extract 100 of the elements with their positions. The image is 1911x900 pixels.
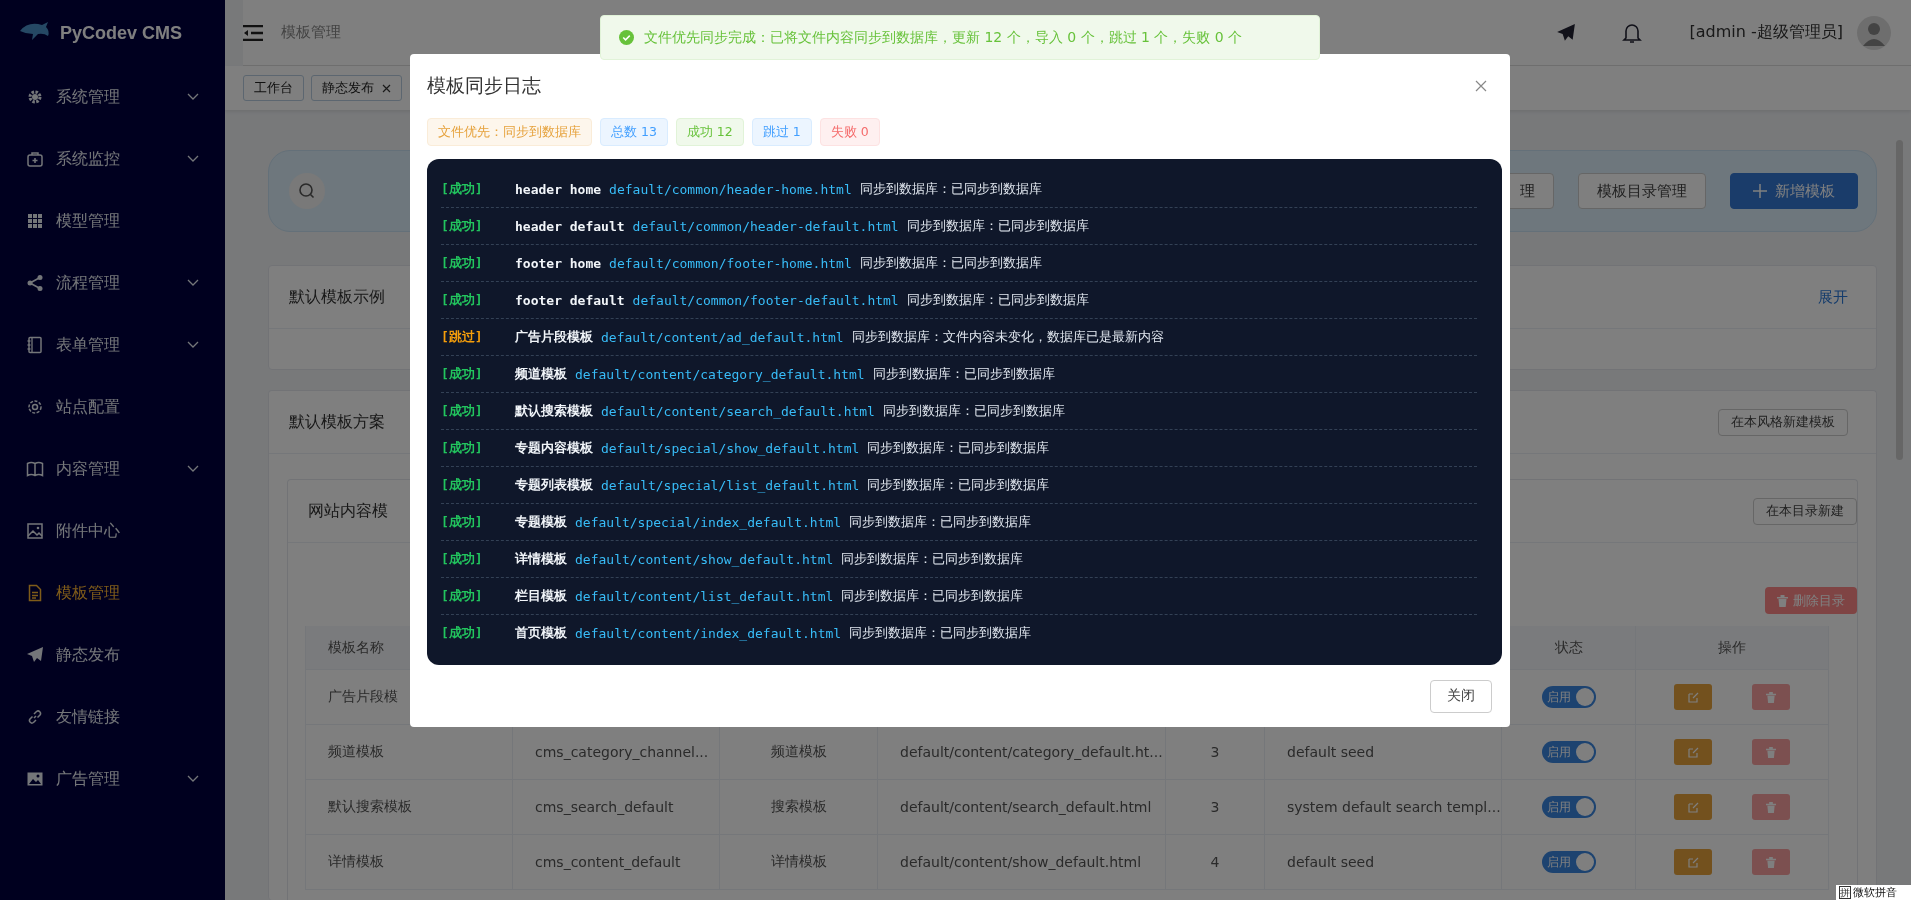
- share-icon: [26, 274, 44, 292]
- sidebar-item[interactable]: 模型管理: [0, 190, 225, 252]
- sidebar-item[interactable]: 广告管理: [0, 748, 225, 810]
- trash-icon: [1777, 594, 1788, 607]
- menu-fold-icon[interactable]: [243, 24, 263, 41]
- sidebar-item[interactable]: 系统管理: [0, 66, 225, 128]
- log-path: default/common/footer-default.html: [632, 292, 899, 308]
- log-message: 同步到数据库：已同步到数据库: [906, 291, 1089, 309]
- edit-button[interactable]: [1674, 794, 1712, 820]
- card-title: 默认模板示例: [289, 286, 385, 308]
- new-template-button[interactable]: 在本风格新建模板: [1718, 408, 1848, 436]
- gear-icon: [26, 88, 44, 106]
- sidebar-item[interactable]: 流程管理: [0, 252, 225, 314]
- group-title: 网站内容模: [308, 500, 388, 522]
- log-status: [成功]: [441, 217, 484, 235]
- sidebar-item[interactable]: 系统监控: [0, 128, 225, 190]
- sidebar-item[interactable]: 内容管理: [0, 438, 225, 500]
- log-message: 同步到数据库：已同步到数据库: [849, 624, 1032, 642]
- logo-text: PyCodev CMS: [60, 22, 183, 44]
- notebook-icon: [26, 336, 44, 354]
- toolbar-button[interactable]: 模板目录管理: [1578, 173, 1706, 209]
- breadcrumb: 模板管理: [281, 23, 341, 43]
- table-cell: 搜索模板: [770, 798, 827, 816]
- log-message: 同步到数据库：已同步到数据库: [849, 513, 1032, 531]
- toolbar-button[interactable]: 新增模板: [1730, 173, 1858, 209]
- edit-button[interactable]: [1674, 684, 1712, 710]
- ime-label: 微软拼音: [1853, 886, 1897, 899]
- status-toggle[interactable]: 启用: [1541, 796, 1596, 818]
- sidebar-item[interactable]: 友情链接: [0, 686, 225, 748]
- sidebar-item[interactable]: 附件中心: [0, 500, 225, 562]
- status-toggle[interactable]: 启用: [1541, 686, 1596, 708]
- log-status: [成功]: [441, 180, 484, 198]
- log-template-name: 专题模板: [515, 513, 567, 531]
- status-toggle[interactable]: 启用: [1541, 851, 1596, 873]
- table-cell: default/content/search_default.html: [900, 799, 1152, 815]
- log-status: [成功]: [441, 365, 484, 383]
- table-cell: 详情模板: [770, 853, 827, 871]
- log-template-name: 首页模板: [515, 624, 567, 642]
- image-icon: [26, 522, 44, 540]
- user-avatar[interactable]: [1857, 15, 1891, 50]
- delete-button[interactable]: [1752, 794, 1790, 820]
- log-status: [成功]: [441, 476, 484, 494]
- sidebar-item[interactable]: 模板管理: [0, 562, 225, 624]
- log-path: default/content/show_default.html: [575, 551, 834, 567]
- log-path: default/special/show_default.html: [601, 440, 860, 456]
- notification-bell-icon[interactable]: [1621, 21, 1642, 44]
- status-toggle[interactable]: 启用: [1541, 741, 1596, 763]
- page-tab[interactable]: 工作台: [243, 75, 304, 102]
- trash-icon: [1766, 746, 1776, 758]
- log-message: 同步到数据库：已同步到数据库: [872, 365, 1055, 383]
- table-cell: default seed: [1287, 854, 1375, 870]
- log-template-name: 专题内容模板: [515, 439, 593, 457]
- chevron-down-icon: [187, 775, 199, 783]
- expand-link[interactable]: 展开: [1818, 287, 1848, 307]
- log-message: 同步到数据库：已同步到数据库: [882, 402, 1065, 420]
- log-status: [成功]: [441, 254, 484, 272]
- delete-button[interactable]: [1752, 849, 1790, 875]
- log-template-name: 频道模板: [515, 365, 567, 383]
- trash-icon: [1766, 856, 1776, 868]
- log-path: default/content/category_default.html: [575, 366, 865, 382]
- log-message: 同步到数据库：已同步到数据库: [841, 550, 1024, 568]
- delete-button[interactable]: [1752, 684, 1790, 710]
- close-icon[interactable]: [1475, 80, 1487, 92]
- delete-button[interactable]: [1752, 739, 1790, 765]
- summary-tag: 总数 13: [600, 118, 668, 146]
- chevron-down-icon: [187, 341, 199, 349]
- log-message: 同步到数据库：已同步到数据库: [859, 180, 1042, 198]
- dialog-title: 模板同步日志: [427, 73, 541, 98]
- sidebar-item[interactable]: 静态发布: [0, 624, 225, 686]
- edit-icon: [1687, 856, 1699, 868]
- paper-plane-icon[interactable]: [1555, 22, 1576, 43]
- log-template-name: 栏目模板: [515, 587, 567, 605]
- new-in-folder-button[interactable]: 在本目录新建: [1753, 497, 1857, 525]
- chevron-down-icon: [187, 279, 199, 287]
- edit-button[interactable]: [1674, 739, 1712, 765]
- page-tab[interactable]: 静态发布: [311, 75, 402, 102]
- sidebar-item[interactable]: 站点配置: [0, 376, 225, 438]
- search-icon[interactable]: [289, 173, 325, 209]
- close-button[interactable]: 关闭: [1430, 679, 1492, 713]
- log-template-name: header default: [515, 218, 625, 234]
- log-path: default/content/index_default.html: [575, 625, 842, 641]
- document-icon: [26, 584, 44, 602]
- table-cell: 4: [1210, 854, 1220, 870]
- log-template-name: 详情模板: [515, 550, 567, 568]
- table-cell: cms_search_default: [535, 799, 674, 815]
- user-name[interactable]: [admin -超级管理员]: [1689, 22, 1843, 44]
- log-path: default/content/ad_default.html: [601, 329, 844, 345]
- ime-icon[interactable]: 拼: [1839, 886, 1851, 899]
- table-cell: 广告片段模: [328, 688, 398, 706]
- close-icon[interactable]: [382, 83, 391, 93]
- log-template-name: 专题列表模板: [515, 476, 593, 494]
- log-path: default/content/search_default.html: [601, 403, 875, 419]
- sidebar-item[interactable]: 表单管理: [0, 314, 225, 376]
- link-icon: [26, 708, 44, 726]
- edit-button[interactable]: [1674, 849, 1712, 875]
- summary-tag: 失败 0: [819, 118, 880, 146]
- summary-tag: 成功 12: [675, 118, 744, 146]
- picture-icon: [26, 770, 44, 788]
- trash-icon: [1766, 691, 1776, 703]
- log-template-name: 广告片段模板: [515, 328, 593, 346]
